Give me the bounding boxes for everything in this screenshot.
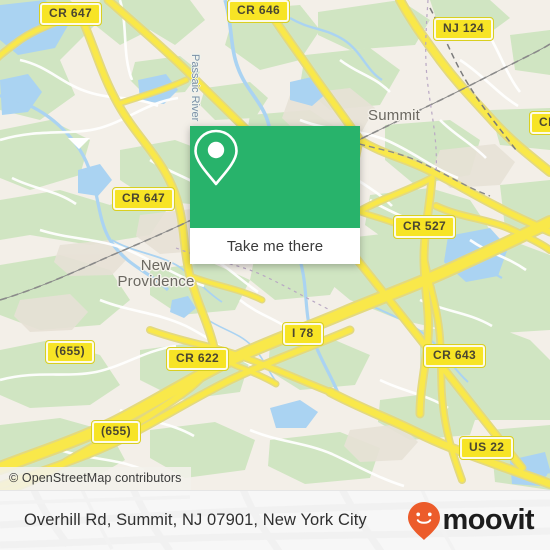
map-canvas[interactable]: Summit New Providence Passaic River CR 6… bbox=[0, 0, 550, 490]
moovit-brand-logo[interactable]: moovit bbox=[407, 501, 535, 541]
highway-shield-cr-647-west: CR 647 bbox=[111, 187, 176, 211]
map-pin-icon bbox=[194, 129, 238, 186]
location-popup-card[interactable]: Take me there bbox=[190, 126, 360, 264]
highway-shield-cr-622: CR 622 bbox=[165, 347, 230, 371]
osm-attribution[interactable]: © OpenStreetMap contributors bbox=[0, 467, 191, 490]
highway-shield-nj-124: NJ 124 bbox=[432, 17, 495, 41]
highway-shield-i-78: I 78 bbox=[282, 322, 324, 346]
footer-bar: Overhill Rd, Summit, NJ 07901, New York … bbox=[0, 490, 550, 550]
map-screenshot: Summit New Providence Passaic River CR 6… bbox=[0, 0, 550, 550]
location-address-label: Overhill Rd, Summit, NJ 07901, New York … bbox=[24, 511, 367, 529]
moovit-pin-icon bbox=[407, 501, 440, 540]
highway-shield-655-south: (655) bbox=[90, 420, 142, 444]
popup-tail-pointer bbox=[68, 138, 90, 149]
popup-action-area[interactable]: Take me there bbox=[190, 228, 360, 264]
popup-icon-area bbox=[190, 126, 360, 228]
take-me-there-label: Take me there bbox=[226, 237, 324, 255]
highway-shield-cr-646: CR 646 bbox=[226, 0, 291, 23]
highway-shield-cr-east-edge: CR bbox=[528, 111, 550, 135]
highway-shield-655-west: (655) bbox=[44, 340, 96, 364]
highway-shield-cr-647-north: CR 647 bbox=[38, 2, 103, 26]
highway-shield-cr-527: CR 527 bbox=[392, 215, 457, 239]
highway-shield-cr-643: CR 643 bbox=[422, 344, 487, 368]
moovit-wordmark: moovit bbox=[442, 504, 535, 536]
highway-shield-us-22: US 22 bbox=[458, 436, 515, 460]
